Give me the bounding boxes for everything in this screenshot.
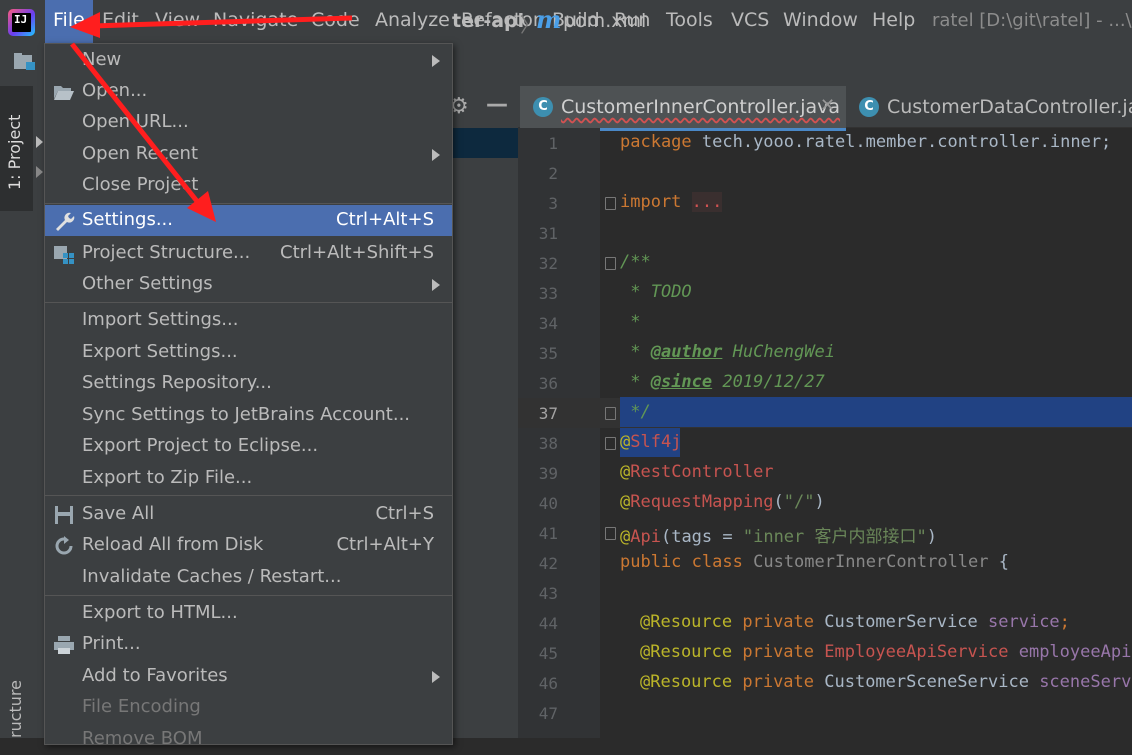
annotation-overlay (70, 12, 353, 222)
red-arrow-to-file-icon (70, 12, 353, 38)
red-arrow-to-settings-icon (70, 42, 216, 222)
